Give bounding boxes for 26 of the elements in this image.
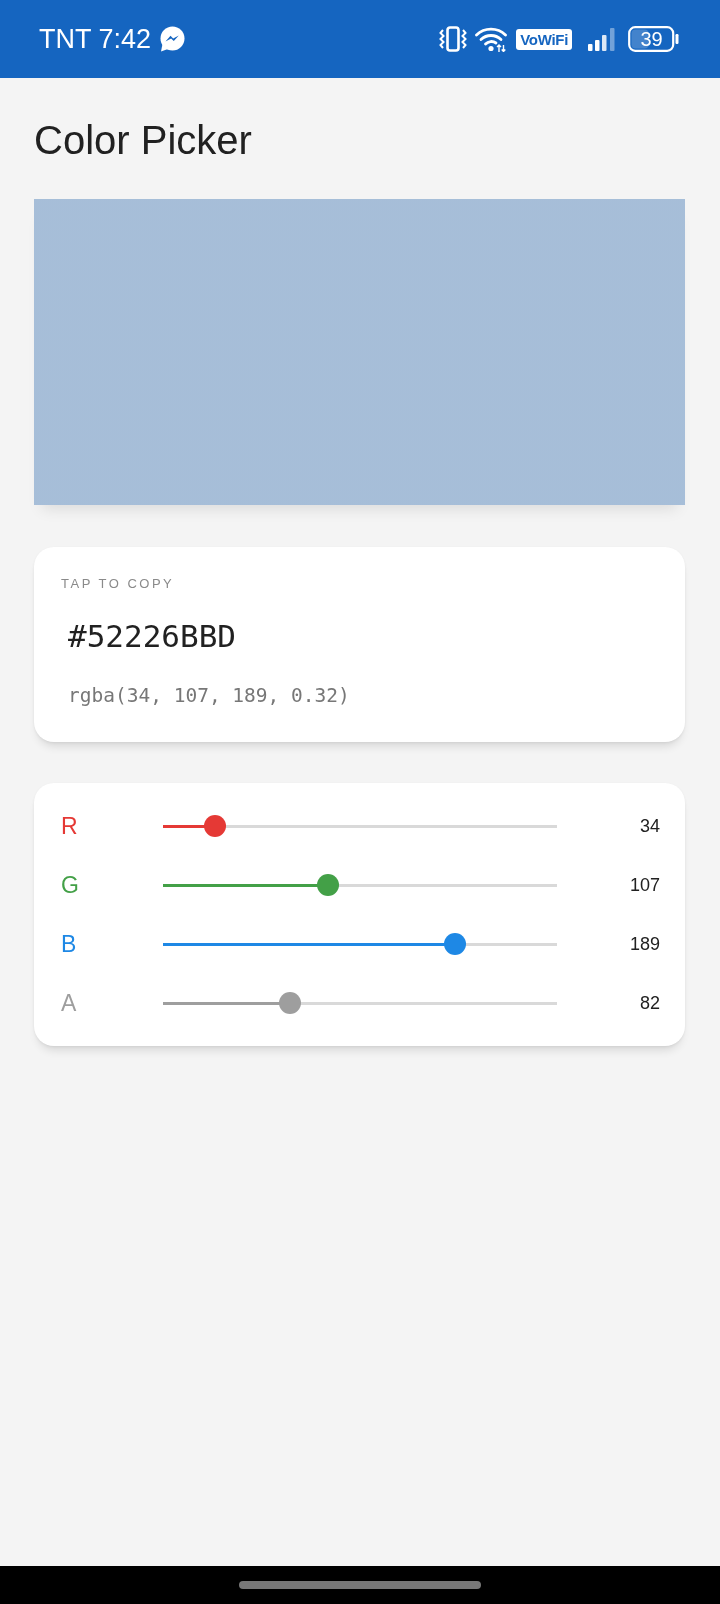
battery-indicator: 39 (628, 26, 679, 52)
color-code-card[interactable]: TAP TO COPY #52226BBD rgba(34, 107, 189, 0.32) (34, 547, 685, 742)
hex-code: #52226BBD (68, 618, 236, 654)
vibrate-icon (439, 26, 468, 52)
clock-time: 7:42 (98, 23, 152, 55)
channel-value: 34 (639, 815, 660, 837)
carrier-name: TNT (39, 23, 92, 55)
slider-thumb[interactable] (443, 933, 466, 955)
channel-label: R (61, 812, 78, 840)
vowifi-indicator: VoWiFi (516, 28, 572, 50)
channel-label: G (61, 871, 79, 899)
page-title: Color Picker (34, 117, 253, 164)
channel-value: 189 (629, 933, 660, 955)
slider-thumb[interactable] (317, 874, 340, 896)
channel-value: 82 (639, 992, 660, 1014)
rgba-code: rgba(34, 107, 189, 0.32) (68, 685, 350, 707)
copy-hint: TAP TO COPY (61, 576, 175, 592)
wifi-icon (475, 26, 509, 52)
channel-label: B (61, 930, 77, 958)
channel-label: A (61, 989, 77, 1017)
signal-icon (588, 26, 618, 52)
home-handle[interactable] (239, 1581, 481, 1589)
slider-thumb[interactable] (204, 815, 227, 837)
slider-thumb[interactable] (278, 992, 301, 1014)
chat-bubble-icon (159, 26, 186, 52)
channel-value: 107 (629, 874, 660, 896)
